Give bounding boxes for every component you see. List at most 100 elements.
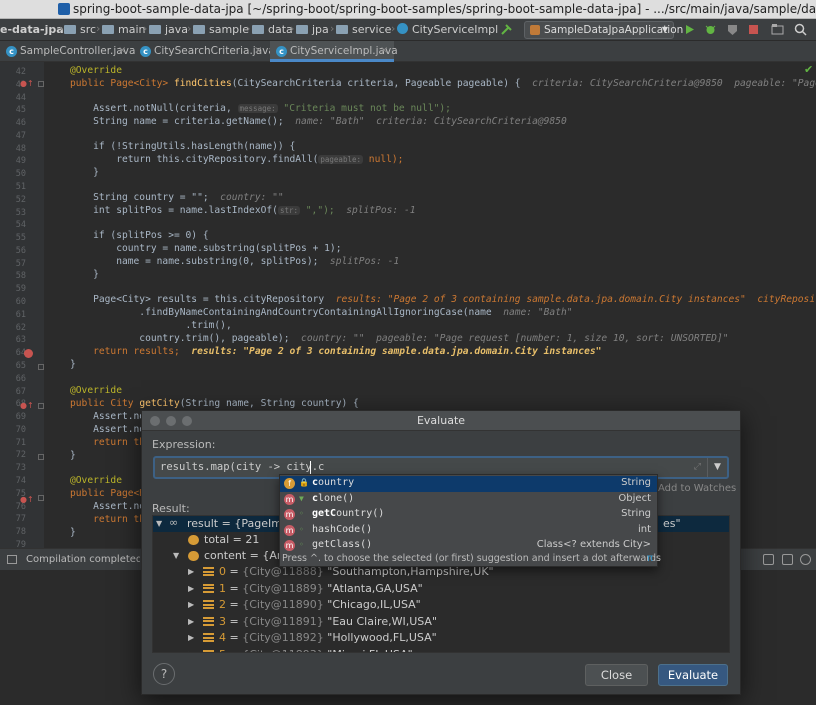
add-to-watches-link[interactable]: Add to Watches	[658, 483, 736, 494]
window-title: spring-boot-sample-data-jpa [~/spring-bo…	[73, 2, 816, 16]
line-number: 45	[15, 105, 26, 116]
close-tab-icon[interactable]: ×	[254, 45, 262, 56]
folder-icon	[149, 25, 161, 34]
private-lock-icon: 🔒	[299, 478, 309, 487]
tree-row-city[interactable]: ▶ 2 = {City@11890} "Chicago,IL,USA"	[153, 597, 729, 613]
event-log-icon[interactable]	[800, 554, 811, 565]
collapse-arrow-icon[interactable]: ▼	[173, 551, 179, 560]
override-marker-icon[interactable]: ●↑	[20, 495, 34, 504]
breakpoint-icon[interactable]	[24, 349, 33, 358]
list-element-icon	[203, 616, 214, 626]
line-number: 69	[15, 412, 26, 423]
breadcrumb-service[interactable]: service	[336, 23, 391, 36]
line-number: 71	[15, 437, 26, 448]
breadcrumb-src[interactable]: src	[64, 23, 96, 36]
close-window-icon[interactable]	[150, 416, 160, 426]
breadcrumb-separator-icon: ›	[246, 22, 251, 35]
expand-arrow-icon[interactable]: ▶	[188, 600, 194, 609]
code-line: }	[70, 359, 76, 370]
tree-row-city[interactable]: ▶ 4 = {City@11892} "Hollywood,FL,USA"	[153, 630, 729, 646]
field-icon	[188, 551, 199, 561]
close-button[interactable]: Close	[585, 664, 648, 686]
debug-icon[interactable]	[704, 23, 717, 36]
breadcrumb-sample[interactable]: sample	[193, 23, 249, 36]
completion-item[interactable]: m ◦ hashCode() int	[280, 523, 657, 539]
tab-city-service-impl[interactable]: c CityServiceImpl.java ×	[270, 41, 398, 62]
minimize-window-icon[interactable]	[166, 416, 176, 426]
code-line: country.trim(), pageable); country: "" p…	[70, 333, 729, 344]
breadcrumb-project[interactable]: e-data-jpa	[0, 23, 64, 36]
lock-icon[interactable]	[763, 554, 774, 565]
line-number: 50	[15, 169, 26, 180]
tool-windows-icon[interactable]	[7, 555, 17, 564]
line-number: 60	[15, 297, 26, 308]
inspection-ok-icon[interactable]: ✔	[804, 63, 813, 76]
code-line: public Page<City> findCities(CitySearchC…	[70, 78, 816, 89]
expand-icon[interactable]: ⤢	[694, 462, 701, 472]
tree-row-city[interactable]: ▶5 = {City@11893} "Miami,FL,USA"	[153, 647, 729, 653]
breadcrumb-separator-icon: ›	[290, 22, 295, 35]
result-label: Result:	[152, 502, 190, 515]
tree-row-city[interactable]: ▶ 1 = {City@11889} "Atlanta,GA,USA"	[153, 581, 729, 597]
code-line: int splitPos = name.lastIndexOf(str: ","…	[70, 205, 416, 216]
close-tab-icon[interactable]: ×	[118, 45, 126, 56]
status-message: Compilation completed successfully	[26, 554, 140, 565]
collapse-arrow-icon[interactable]: ▼	[156, 519, 162, 528]
window-titlebar: spring-boot-sample-data-jpa [~/spring-bo…	[0, 0, 816, 19]
completion-item[interactable]: f 🔒 country String	[280, 476, 657, 492]
code-line: @Override	[70, 385, 122, 396]
breadcrumb-separator-icon: ›	[143, 22, 148, 35]
editor-gutter[interactable]: 42 43 44 45 46 47 48 49 50 51 52 53 54 55 56 57 58 59 60 61…	[0, 62, 44, 550]
code-line: return th	[70, 514, 146, 525]
folder-icon	[64, 25, 76, 34]
code-line: }	[70, 167, 99, 178]
build-hammer-icon[interactable]	[500, 23, 513, 36]
code-line: String country = ""; country: ""	[70, 192, 284, 203]
search-icon[interactable]	[794, 23, 807, 36]
breadcrumb-java[interactable]: java	[149, 23, 188, 36]
help-button[interactable]: ?	[153, 663, 175, 685]
zoom-window-icon[interactable]	[182, 416, 192, 426]
class-icon	[397, 23, 408, 34]
tab-city-search-criteria[interactable]: c CitySearchCriteria.java ×	[134, 41, 275, 62]
method-icon: m	[284, 509, 295, 520]
code-line: @Override	[70, 475, 122, 486]
completion-item[interactable]: m ▼ clone() Object	[280, 492, 657, 508]
code-line: Page<City> results = this.cityRepository…	[70, 294, 816, 305]
breadcrumb-data[interactable]: data	[252, 23, 293, 36]
line-number: 74	[15, 475, 26, 486]
code-line: Assert.no	[70, 501, 146, 512]
run-configuration-select[interactable]: SampleDataJpaApplication ▼	[524, 21, 683, 39]
coverage-icon[interactable]	[726, 23, 739, 36]
git-icon[interactable]	[782, 554, 793, 565]
completion-item[interactable]: m ◦ getClass() Class<? extends City>	[280, 538, 657, 554]
completion-item[interactable]: m ◦ getCountry() String	[280, 507, 657, 523]
breadcrumb-jpa[interactable]: jpa	[296, 23, 329, 36]
code-line: public City getCity(String name, String …	[70, 398, 359, 409]
history-dropdown-button[interactable]: ▼	[707, 458, 727, 477]
breadcrumb-separator-icon: ›	[96, 22, 101, 35]
code-line: country = name.substring(splitPos + 1);	[70, 243, 342, 254]
breadcrumb-separator-icon: ›	[59, 22, 64, 35]
stop-icon[interactable]	[747, 23, 760, 36]
method-icon: m	[284, 540, 295, 551]
expand-arrow-icon[interactable]: ▶	[188, 584, 194, 593]
evaluate-button[interactable]: Evaluate	[658, 664, 728, 686]
list-element-icon	[203, 649, 214, 652]
close-tab-icon[interactable]: ×	[380, 45, 388, 56]
expand-arrow-icon[interactable]: ▶	[188, 567, 194, 576]
run-icon[interactable]	[683, 23, 696, 36]
breadcrumb-class[interactable]: CityServiceImpl	[397, 23, 498, 36]
expand-arrow-icon[interactable]: ▶	[188, 617, 194, 626]
override-marker-icon[interactable]: ●↑	[20, 401, 34, 410]
tab-sample-controller[interactable]: c SampleController.java ×	[0, 41, 135, 62]
class-icon: c	[276, 46, 287, 57]
breadcrumb-main[interactable]: main	[102, 23, 145, 36]
override-marker-icon[interactable]: ●↑	[20, 79, 34, 88]
expand-arrow-icon[interactable]: ▶	[188, 633, 194, 642]
expand-arrow-icon[interactable]: ▶	[188, 650, 194, 653]
code-line: if (splitPos >= 0) {	[70, 230, 209, 241]
project-structure-icon[interactable]	[771, 23, 784, 36]
completion-pi-link[interactable]: π	[647, 553, 653, 564]
tree-row-city[interactable]: ▶ 3 = {City@11891} "Eau Claire,WI,USA"	[153, 614, 729, 630]
